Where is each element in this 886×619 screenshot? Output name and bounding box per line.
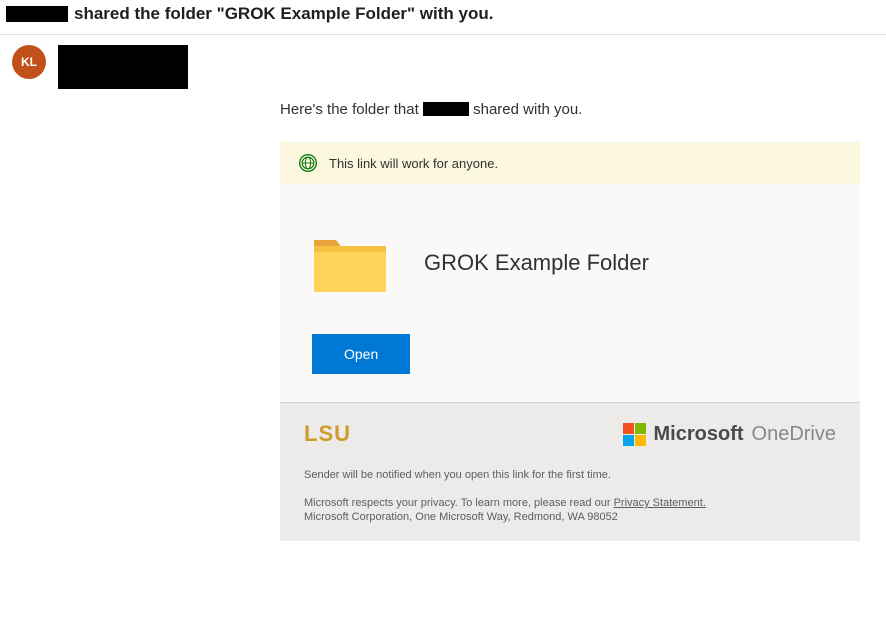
footer-logos: LSU Microsoft OneDrive (304, 421, 836, 447)
email-header-row: KL (0, 35, 886, 89)
microsoft-word: Microsoft (654, 423, 744, 446)
intro-before: Here's the folder that (280, 101, 423, 118)
globe-icon (298, 153, 318, 173)
microsoft-onedrive-logo: Microsoft OneDrive (623, 423, 836, 446)
subject-text: shared the folder "GROK Example Folder" … (74, 4, 493, 24)
link-scope-banner: This link will work for anyone. (280, 142, 860, 184)
banner-text: This link will work for anyone. (329, 156, 498, 171)
open-button[interactable]: Open (312, 334, 410, 374)
intro-line: Here's the folder that shared with you. (280, 101, 860, 118)
email-body-column: Here's the folder that shared with you. … (280, 101, 860, 541)
sender-avatar[interactable]: KL (12, 45, 46, 79)
share-card: This link will work for anyone. GROK Exa… (280, 142, 860, 541)
intro-after: shared with you. (473, 101, 582, 118)
redacted-sender-name (6, 6, 68, 22)
privacy-line: Microsoft respects your privacy. To lear… (304, 497, 836, 509)
microsoft-icon (623, 423, 646, 446)
shared-item-row: GROK Example Folder (312, 232, 828, 294)
card-body: GROK Example Folder Open (280, 184, 860, 402)
redacted-sharer-name (423, 102, 469, 116)
folder-icon (312, 232, 388, 294)
shared-folder-name: GROK Example Folder (424, 250, 649, 276)
card-footer: LSU Microsoft OneDrive Sender will be no… (280, 403, 860, 541)
privacy-statement-link[interactable]: Privacy Statement. (614, 497, 706, 509)
corporate-address: Microsoft Corporation, One Microsoft Way… (304, 511, 836, 523)
email-subject-bar: shared the folder "GROK Example Folder" … (0, 0, 886, 35)
email-subject: shared the folder "GROK Example Folder" … (6, 4, 886, 24)
lsu-logo: LSU (304, 421, 351, 447)
privacy-before: Microsoft respects your privacy. To lear… (304, 497, 614, 509)
redacted-sender-details (58, 45, 188, 89)
open-notification-notice: Sender will be notified when you open th… (304, 469, 836, 481)
onedrive-word: OneDrive (752, 423, 836, 446)
